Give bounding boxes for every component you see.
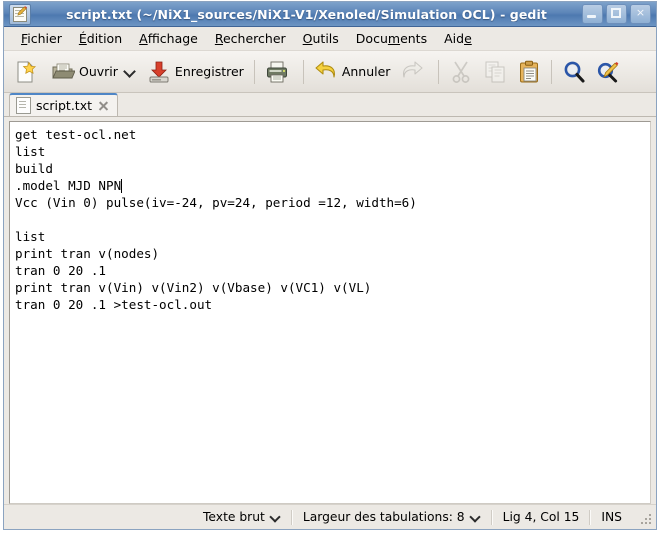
undo-button-label: Annuler (342, 64, 391, 79)
printer-icon (265, 60, 289, 84)
editor-line: Vcc (Vin 0) pulse(iv=-24, pv=24, period … (15, 194, 649, 211)
gedit-notepad-pencil-icon (9, 4, 31, 25)
text-editor[interactable]: get test-ocl.netlistbuild.model MJD NPNV… (11, 123, 649, 502)
magnifier-pencil-icon (596, 60, 620, 84)
editor-frame: get test-ocl.netlistbuild.model MJD NPNV… (9, 121, 651, 504)
insert-mode-label: INS (601, 510, 622, 524)
status-bar: Texte brut Largeur des tabulations: 8 Li… (4, 504, 656, 529)
copy-button[interactable] (478, 56, 512, 88)
window-title: script.txt (~/NiX1_sources/NiX1-V1/Xenol… (31, 7, 582, 22)
grip-dot (649, 514, 651, 516)
grip-dot (645, 518, 647, 520)
save-button[interactable]: Enregistrer (142, 56, 249, 88)
editor-line: tran 0 20 .1 (15, 262, 649, 279)
open-button[interactable]: Ouvrir (46, 56, 142, 88)
tab-strip: script.txt (4, 93, 656, 117)
paste-button[interactable] (512, 56, 546, 88)
grip-dot (645, 522, 647, 524)
editor-line: print tran v(nodes) (15, 245, 649, 262)
title-bar: script.txt (~/NiX1_sources/NiX1-V1/Xenol… (4, 2, 656, 27)
tab-label: script.txt (36, 98, 92, 113)
menu-edition[interactable]: Édition (71, 29, 131, 48)
text-caret (121, 179, 122, 193)
editor-line: tran 0 20 .1 >test-ocl.out (15, 296, 649, 313)
grip-dot (649, 522, 651, 524)
save-disk-icon (147, 60, 171, 84)
find-button[interactable] (557, 56, 591, 88)
close-button[interactable]: × (630, 4, 651, 24)
open-button-label: Ouvrir (79, 64, 118, 79)
toolbar-separator (551, 60, 552, 84)
resize-grip[interactable] (639, 512, 653, 526)
chevron-down-icon[interactable] (124, 65, 137, 78)
clipboard-paste-icon (517, 60, 541, 84)
grip-dot (649, 518, 651, 520)
magnifier-icon (562, 60, 586, 84)
menu-rechercher[interactable]: Rechercher (207, 29, 295, 48)
pencil-glyph (16, 6, 27, 17)
editor-line: list (15, 228, 649, 245)
editor-line: .model MJD NPN (15, 177, 649, 194)
minimize-button[interactable] (582, 4, 603, 24)
editor-line: get test-ocl.net (15, 126, 649, 143)
cut-button[interactable] (444, 56, 478, 88)
menu-documents[interactable]: Documents (348, 29, 436, 48)
redo-arrow-icon (400, 60, 424, 84)
editor-line: print tran v(Vin) v(Vin2) v(Vbase) v(VC1… (15, 279, 649, 296)
menu-aide[interactable]: Aide (436, 29, 481, 48)
cursor-position: Lig 4, Col 15 (493, 505, 590, 529)
tab-width-label: Largeur des tabulations: 8 (303, 510, 465, 524)
gedit-window: script.txt (~/NiX1_sources/NiX1-V1/Xenol… (3, 1, 657, 530)
toolbar-separator (303, 60, 304, 84)
close-icon[interactable] (97, 99, 110, 112)
undo-arrow-icon (314, 60, 338, 84)
save-button-label: Enregistrer (175, 64, 244, 79)
editor-line: list (15, 143, 649, 160)
toolbar-separator (254, 60, 255, 84)
toolbar-separator (438, 60, 439, 84)
document-icon (16, 97, 31, 114)
tab-width-selector[interactable]: Largeur des tabulations: 8 (293, 505, 491, 529)
menu-outils[interactable]: Outils (295, 29, 348, 48)
editor-line: build (15, 160, 649, 177)
language-selector[interactable]: Texte brut (193, 505, 291, 529)
menu-affichage[interactable]: Affichage (131, 29, 207, 48)
print-button[interactable] (260, 56, 298, 88)
menu-bar: Fichier Édition Affichage Rechercher Out… (4, 27, 656, 51)
chevron-down-icon[interactable] (270, 512, 281, 523)
open-folder-icon (51, 60, 75, 84)
copy-icon (483, 60, 507, 84)
editor-line (15, 211, 649, 228)
scissors-icon (449, 60, 473, 84)
cursor-position-label: Lig 4, Col 15 (503, 510, 580, 524)
undo-button[interactable]: Annuler (309, 56, 396, 88)
redo-button[interactable] (395, 56, 433, 88)
tab-script-txt[interactable]: script.txt (9, 93, 118, 116)
replace-button[interactable] (591, 56, 625, 88)
grip-dot (641, 522, 643, 524)
language-label: Texte brut (203, 510, 265, 524)
toolbar: Ouvrir Enregistrer (4, 51, 656, 93)
maximize-button[interactable] (606, 4, 627, 24)
new-document-button[interactable] (8, 56, 46, 88)
new-document-icon (13, 60, 37, 84)
menu-fichier[interactable]: Fichier (13, 29, 71, 48)
window-controls: × (582, 4, 651, 24)
chevron-down-icon[interactable] (470, 512, 481, 523)
